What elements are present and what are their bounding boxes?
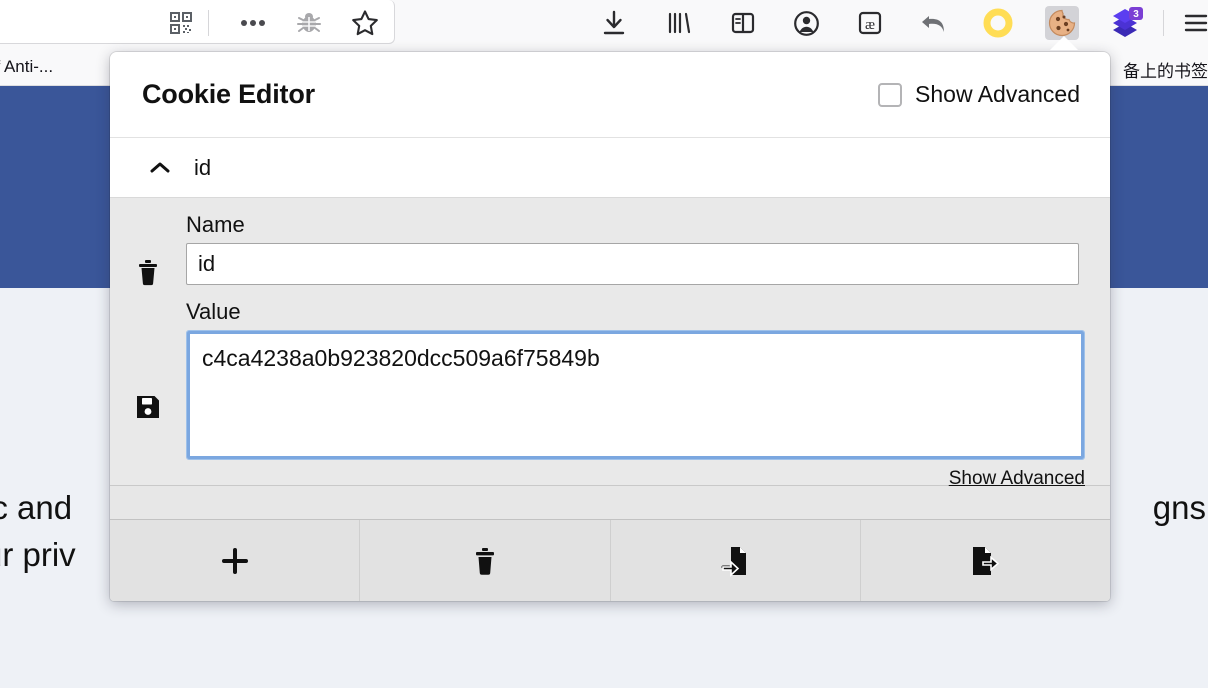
cookie-value-textarea[interactable]: c4ca4238a0b923820dcc509a6f75849b	[186, 330, 1085, 460]
show-advanced-checkbox[interactable]	[878, 82, 903, 107]
ae-ligature-icon[interactable]: æ	[853, 6, 887, 40]
hamburger-menu-icon[interactable]	[1179, 6, 1208, 40]
chevron-up-icon[interactable]	[144, 161, 176, 175]
show-advanced-link[interactable]: Show Advanced	[186, 468, 1085, 490]
trash-icon	[471, 546, 499, 576]
bookmark-star-icon[interactable]	[348, 6, 382, 40]
qr-code-icon[interactable]	[164, 6, 198, 40]
svg-text:æ: æ	[865, 17, 875, 33]
delete-all-cookies-button[interactable]	[360, 520, 611, 601]
popup-pointer-arrow	[1050, 36, 1078, 50]
page-paragraph-right-line1: gns	[1152, 489, 1206, 526]
bookmark-item-device-bookmarks[interactable]: 备上的书签	[1123, 57, 1208, 82]
value-field-label: Value	[186, 299, 241, 324]
more-options-icon[interactable]	[236, 6, 270, 40]
purple-layers-icon[interactable]: 3	[1109, 6, 1143, 40]
name-field-label: Name	[186, 212, 245, 237]
bookmark-item-anti[interactable]: of Anti-...	[0, 57, 53, 77]
floppy-disk-save-icon[interactable]	[132, 391, 164, 423]
show-advanced-checkbox-label: Show Advanced	[915, 81, 1080, 107]
export-file-icon	[970, 545, 1000, 577]
page-paragraph-left-line1: ic and	[0, 489, 73, 526]
import-file-icon	[720, 545, 750, 577]
page-paragraph-left: ic and ur priv	[0, 484, 76, 578]
library-icon[interactable]	[662, 6, 696, 40]
plus-icon	[220, 546, 250, 576]
toolbar-separator-right	[1163, 10, 1164, 36]
cookie-side-actions	[110, 198, 184, 485]
account-icon[interactable]	[789, 6, 823, 40]
download-icon[interactable]	[597, 6, 631, 40]
cookie-name-input[interactable]: id	[186, 243, 1079, 285]
cookie-fields: Name id Value c4ca4238a0b923820dcc509a6f…	[186, 212, 1085, 490]
screen-root: ic and ur priv gns of Anti-... 备上的书签	[0, 0, 1208, 688]
export-cookies-button[interactable]	[860, 520, 1110, 601]
show-advanced-toggle[interactable]: Show Advanced	[878, 81, 1080, 108]
page-paragraph-right: gns	[1153, 484, 1206, 531]
page-paragraph-left-line2: ur priv	[0, 536, 76, 573]
browser-toolbar: æ 3	[0, 0, 1208, 48]
sidebar-icon[interactable]	[726, 6, 760, 40]
yellow-ring-icon[interactable]	[981, 6, 1015, 40]
trash-icon[interactable]	[132, 256, 164, 288]
popup-footer-toolbar	[110, 519, 1110, 601]
add-cookie-button[interactable]	[110, 520, 361, 601]
cookie-row-header[interactable]: id	[110, 138, 1110, 198]
toolbar-separator	[208, 10, 209, 36]
page-title: Cookie Editor	[142, 79, 315, 109]
extension-badge-count: 3	[1133, 9, 1139, 20]
bug-icon[interactable]	[292, 6, 326, 40]
cookie-detail-body: Name id Value c4ca4238a0b923820dcc509a6f…	[110, 198, 1110, 489]
undo-arrow-icon[interactable]	[917, 6, 951, 40]
cookie-icon[interactable]	[1045, 6, 1079, 40]
import-cookies-button[interactable]	[610, 520, 861, 601]
cookie-editor-popup: Cookie Editor Show Advanced id Name id V…	[110, 52, 1110, 601]
popup-header: Cookie Editor Show Advanced	[110, 52, 1110, 138]
cookie-header-label: id	[194, 154, 212, 180]
